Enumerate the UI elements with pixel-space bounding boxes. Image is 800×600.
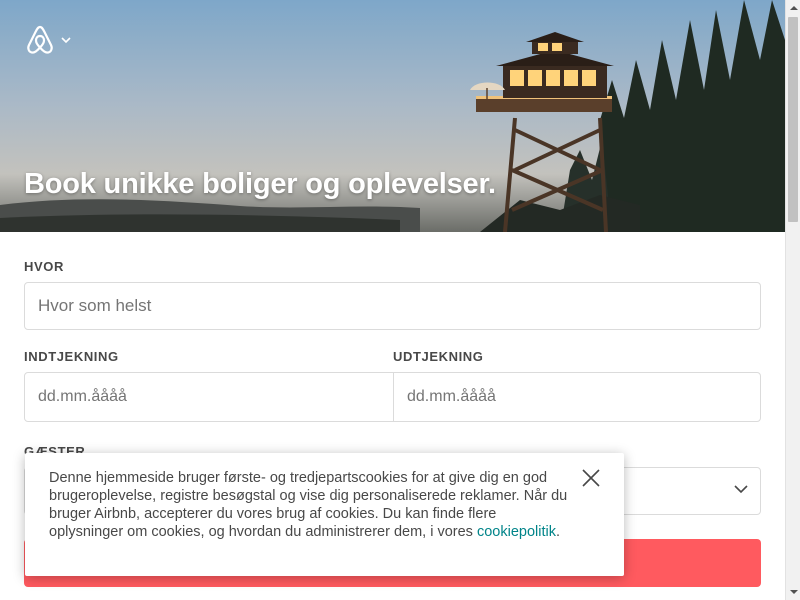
chevron-down-icon (61, 37, 71, 44)
scrollbar-thumb[interactable] (788, 17, 798, 222)
page-title: Book unikke boliger og oplevelser. (24, 168, 496, 200)
checkin-label: INDTJEKNING (24, 349, 119, 364)
cookie-banner-suffix: . (555, 524, 560, 540)
checkout-label: UDTJEKNING (393, 349, 484, 364)
arrow-down-icon (789, 590, 798, 594)
checkin-date-input[interactable] (24, 372, 394, 422)
close-icon (582, 469, 600, 487)
arrow-up-icon (789, 6, 798, 10)
cookie-banner-text: Denne hjemmeside bruger første- og tredj… (49, 469, 569, 541)
checkout-date-input[interactable] (393, 372, 761, 422)
airbnb-logo-icon (27, 25, 53, 54)
page-scrollbar[interactable] (785, 0, 800, 600)
cookie-banner: Denne hjemmeside bruger første- og tredj… (25, 453, 624, 576)
chevron-down-icon (734, 485, 748, 494)
cookie-policy-link[interactable]: cookiepolitik (477, 524, 556, 540)
where-label: HVOR (24, 259, 64, 274)
where-input[interactable] (24, 282, 761, 330)
scroll-down-button[interactable] (786, 584, 800, 600)
scroll-up-button[interactable] (786, 0, 800, 16)
cookie-close-button[interactable] (581, 468, 601, 488)
airbnb-logo-button[interactable] (25, 24, 71, 56)
hero-banner: Book unikke boliger og oplevelser. (0, 0, 785, 232)
